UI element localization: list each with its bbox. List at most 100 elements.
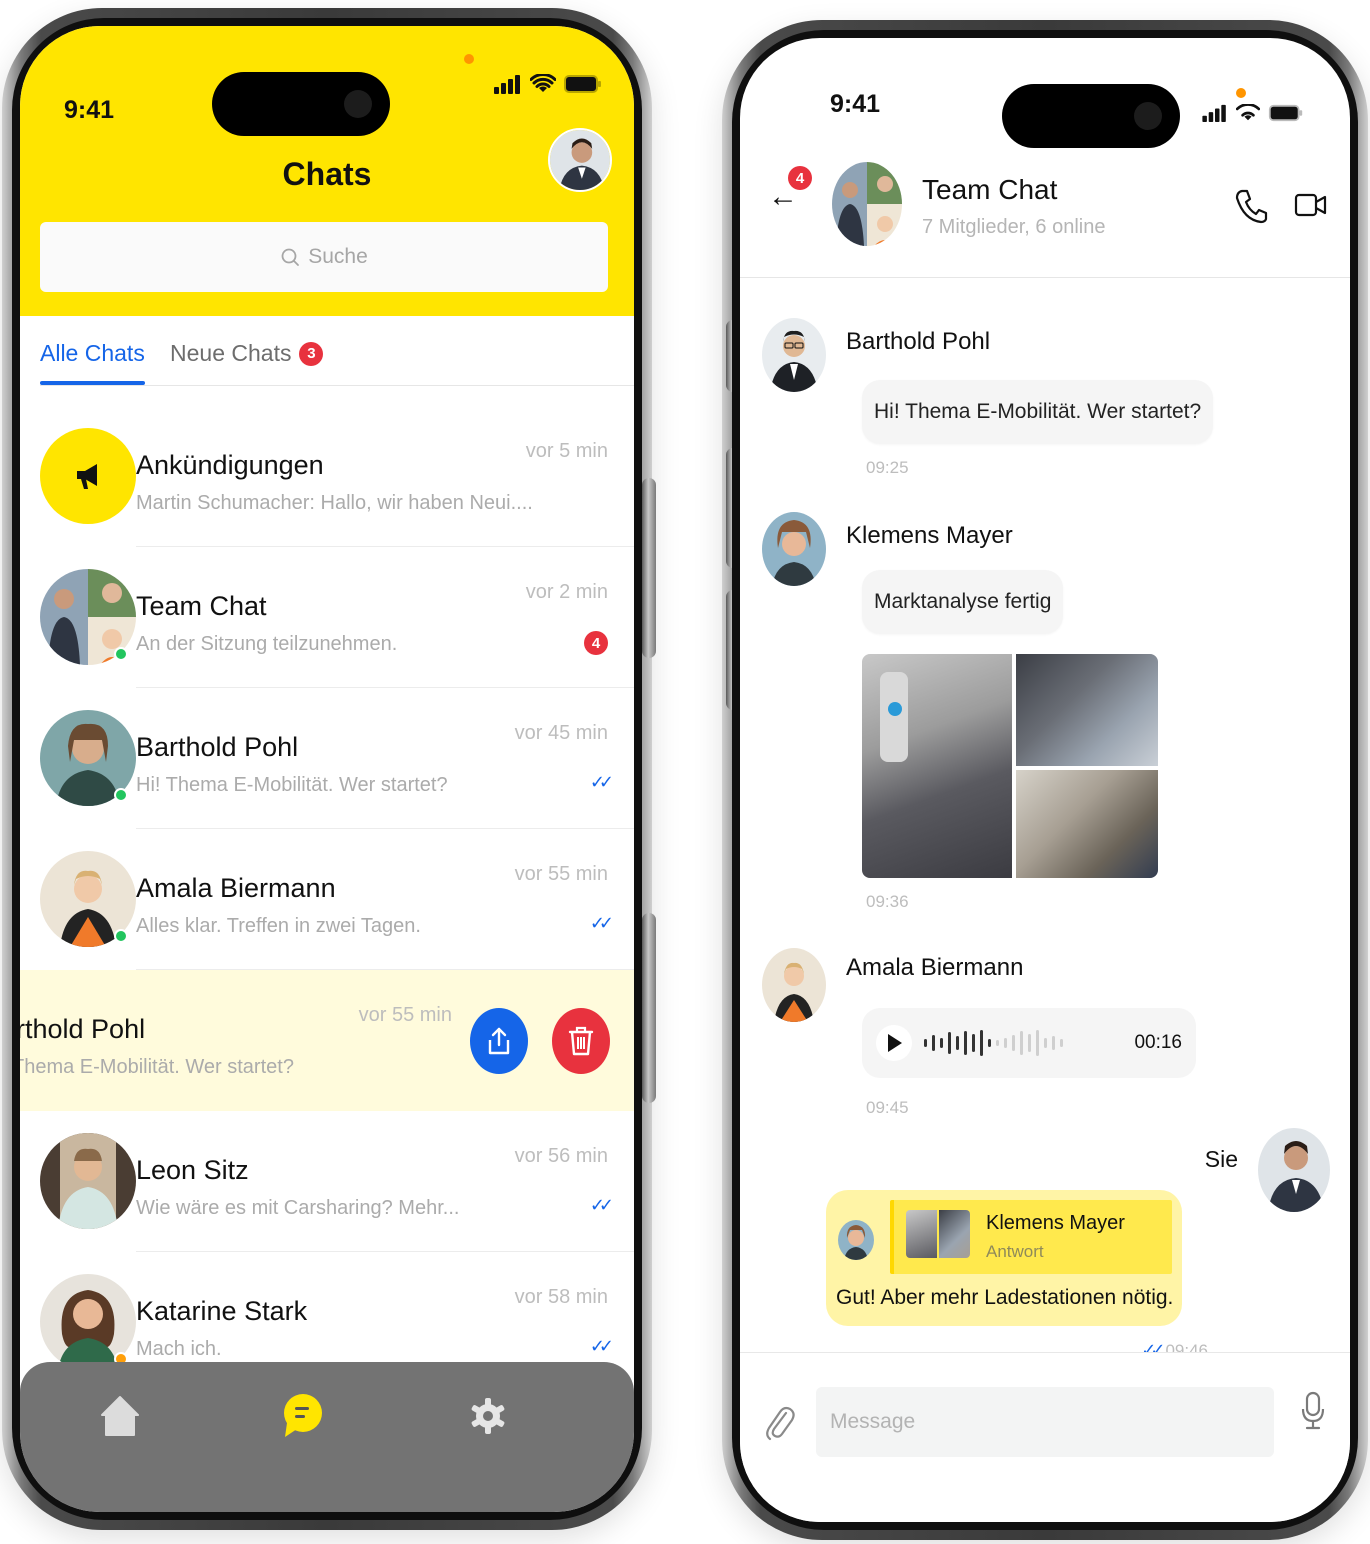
message-bubble[interactable]: Marktanalyse fertig [862, 570, 1064, 634]
unread-badge: 4 [788, 166, 812, 190]
reply-quote[interactable]: Klemens Mayer Antwort [890, 1200, 1172, 1274]
status-icons [1202, 104, 1304, 122]
reply-thumbnail [906, 1210, 970, 1258]
tab-chats[interactable] [278, 1392, 326, 1440]
phone-chat-list: 9:41 Chats Suche Alle Chats Neue Chats 3 [2, 8, 656, 1530]
share-button[interactable] [470, 1008, 528, 1074]
waveform-bar [1020, 1031, 1023, 1055]
waveform-bar [980, 1030, 983, 1056]
phone-icon [1235, 189, 1268, 224]
waveform-bar [948, 1032, 951, 1054]
chat-meta: ✓✓ [590, 913, 614, 934]
message-bubble[interactable]: Hi! Thema E-Mobilität. Wer startet? [862, 380, 1214, 444]
chat-preview: Hi! Thema E-Mobilität. Wer startet? [136, 774, 448, 796]
chat-time: vor 55 min [514, 863, 608, 885]
electrician-photo[interactable] [1016, 654, 1158, 766]
privacy-indicator [1236, 88, 1246, 98]
message-time: 09:25 [866, 458, 909, 477]
avatar[interactable] [762, 318, 826, 392]
chat-meta: ✓✓ [589, 1336, 614, 1357]
chat-row-ankuendigungen[interactable]: Ankündigungen Martin Schumacher: Hallo, … [20, 406, 634, 547]
image-gallery [862, 654, 1158, 878]
chat-row-leon-sitz[interactable]: Leon Sitz Wie wäre es mit Carsharing? Me… [20, 1111, 634, 1252]
play-button[interactable] [876, 1025, 912, 1061]
message-composer [740, 1352, 1350, 1522]
waveform-bar [972, 1034, 975, 1052]
chat-time: vor 5 min [525, 440, 608, 462]
paperclip-icon [766, 1406, 795, 1441]
user-avatar[interactable] [548, 128, 612, 192]
chat-time: vor 58 min [514, 1286, 608, 1308]
tab-alle-chats[interactable]: Alle Chats [40, 340, 145, 385]
chat-tabs: Alle Chats Neue Chats 3 [40, 326, 634, 386]
waveform-bar [1060, 1039, 1063, 1047]
sender-name: Amala Biermann [846, 954, 1024, 981]
avatar[interactable] [762, 948, 826, 1022]
sender-name: Klemens Mayer [846, 522, 1013, 549]
waveform-bar [1044, 1038, 1047, 1048]
chat-name: Team Chat [136, 591, 267, 621]
own-avatar[interactable] [1258, 1128, 1330, 1212]
group-avatar[interactable] [832, 162, 902, 246]
reply-label: Antwort [986, 1242, 1044, 1261]
side-button [642, 478, 656, 658]
waveform-bar [940, 1038, 943, 1048]
avatar [40, 1133, 136, 1229]
message-bubble[interactable]: Klemens Mayer Antwort Gut! Aber mehr Lad… [826, 1190, 1182, 1326]
side-button [642, 913, 656, 1103]
chat-time: vor 2 min [525, 581, 608, 603]
tab-neue-chats[interactable]: Neue Chats 3 [170, 340, 324, 367]
battery-icon [564, 75, 601, 93]
waveform-bar [956, 1036, 959, 1050]
delete-button[interactable] [552, 1008, 610, 1074]
reply-sender: Klemens Mayer [986, 1212, 1125, 1234]
message-text: Hi! Thema E-Mobilität. Wer startet? [874, 400, 1202, 423]
avatar[interactable] [762, 512, 826, 586]
online-indicator [114, 647, 128, 661]
waveform-bar [1036, 1030, 1039, 1056]
header: 9:41 Chats Suche [20, 26, 634, 316]
chat-name: Barthold Pohl [136, 732, 299, 762]
chat-header: ← 4 Team Chat 7 Mitglieder, 6 online [740, 138, 1350, 278]
tab-settings[interactable] [464, 1392, 512, 1440]
voice-duration: 00:16 [1134, 1032, 1182, 1053]
chat-row-amala-biermann[interactable]: Amala Biermann Alles klar. Treffen in zw… [20, 829, 634, 970]
tab-label: Neue Chats [170, 340, 292, 366]
microphone-icon [1301, 1391, 1325, 1430]
search-input[interactable]: Suche [40, 222, 608, 292]
chat-bubble-icon [284, 1394, 322, 1437]
search-placeholder: Suche [308, 245, 368, 268]
attach-button[interactable] [764, 1403, 796, 1448]
chat-row-swiped[interactable]: rthold Pohl Thema E-Mobilität. Wer start… [20, 970, 634, 1111]
chat-preview: Mach ich. [136, 1338, 222, 1360]
unread-badge: 4 [584, 631, 608, 655]
chat-row-barthold-pohl[interactable]: Barthold Pohl Hi! Thema E-Mobilität. Wer… [20, 688, 634, 829]
trash-icon [568, 1026, 594, 1056]
chat-name: Amala Biermann [136, 873, 336, 903]
ev-charging-photo[interactable] [862, 654, 1012, 878]
home-icon [101, 1396, 139, 1436]
message-input[interactable] [816, 1387, 1274, 1457]
voice-waveform[interactable] [924, 1028, 1122, 1058]
tab-home[interactable] [96, 1392, 144, 1440]
voice-record-button[interactable] [1300, 1391, 1326, 1436]
call-button[interactable] [1234, 188, 1268, 229]
chat-preview: An der Sitzung teilzunehmen. [136, 633, 398, 655]
waveform-bar [1052, 1036, 1055, 1050]
reply-avatar [838, 1220, 874, 1260]
sender-name: Barthold Pohl [846, 328, 991, 355]
waveform-bar [1028, 1034, 1031, 1052]
chat-title: Team Chat [922, 174, 1058, 205]
screen: 9:41 Chats Suche Alle Chats Neue Chats 3 [20, 26, 634, 1512]
video-call-button[interactable] [1294, 192, 1328, 223]
read-receipt-icon: ✓✓ [589, 1336, 614, 1356]
message-time: 09:36 [866, 892, 909, 911]
carsharing-photo[interactable] [1016, 770, 1158, 878]
waveform-bar [988, 1039, 991, 1047]
signal-icon [494, 75, 520, 94]
sender-name: Sie [1204, 1146, 1238, 1172]
bottom-tab-bar [20, 1362, 634, 1512]
chat-row-team-chat[interactable]: Team Chat An der Sitzung teilzunehmen. v… [20, 547, 634, 688]
megaphone-icon [77, 464, 97, 489]
chat-meta: ✓✓ [590, 772, 614, 793]
